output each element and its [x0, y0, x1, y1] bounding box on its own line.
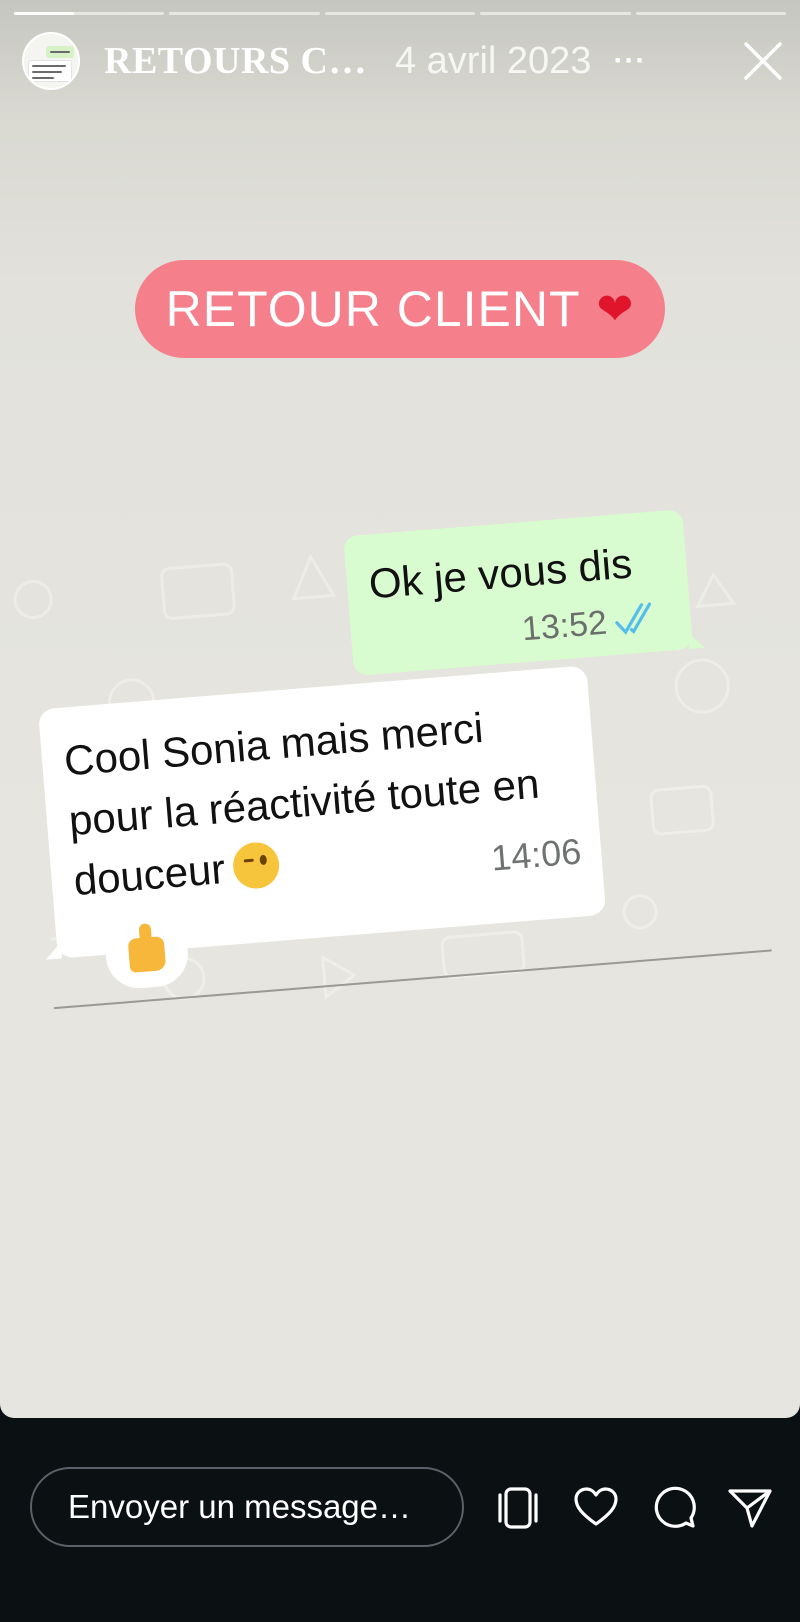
bubble-tail	[44, 942, 62, 960]
avatar-preview-line	[32, 71, 62, 73]
sticker-label: RETOUR CLIENT	[165, 281, 581, 337]
outgoing-message-bubble[interactable]: Ok je vous dis 13:52	[343, 509, 706, 677]
heart-icon[interactable]	[572, 1484, 620, 1532]
retour-client-sticker: RETOUR CLIENT ❤	[135, 260, 665, 358]
incoming-message-time: 14:06	[489, 830, 583, 879]
bubble-tail	[687, 631, 706, 650]
outgoing-message-text: Ok je vous dis	[367, 539, 634, 608]
avatar-preview-line	[50, 51, 70, 53]
outgoing-message-time: 13:52	[520, 603, 609, 649]
share-icon[interactable]	[726, 1484, 774, 1532]
avatar-preview-line	[32, 65, 66, 67]
comment-icon[interactable]	[650, 1484, 698, 1532]
story-viewer[interactable]: RETOURS C… 4 avril 2023 ··· RETOUR CLIEN…	[0, 0, 800, 1418]
story-header: RETOURS C… 4 avril 2023 ···	[22, 30, 786, 92]
thumbs-up-icon	[127, 936, 167, 973]
progress-segment	[480, 12, 631, 15]
incoming-message-bubble[interactable]: Cool Sonia mais merci pour la réactivité…	[37, 665, 607, 960]
more-options-button[interactable]: ···	[613, 44, 646, 78]
chat-screenshot: Ok je vous dis 13:52 Cool Sonia mais mer…	[0, 440, 800, 1062]
close-icon[interactable]	[740, 38, 786, 84]
heart-emoji-icon: ❤	[596, 284, 635, 334]
progress-segment	[635, 12, 787, 15]
bottom-bar: Envoyer un message…	[0, 1418, 800, 1622]
double-check-icon	[615, 602, 652, 635]
send-message-placeholder: Envoyer un message…	[68, 1488, 412, 1525]
stack-icon[interactable]	[494, 1484, 542, 1532]
account-title[interactable]: RETOURS C…	[104, 39, 367, 83]
avatar[interactable]	[22, 32, 80, 90]
progress-segment	[14, 12, 165, 15]
progress-segment	[324, 12, 476, 15]
avatar-preview-line	[32, 77, 54, 79]
story-progress	[14, 12, 787, 16]
progress-fill	[14, 12, 75, 15]
progress-segment	[169, 12, 320, 15]
story-date: 4 avril 2023	[394, 39, 592, 82]
send-message-input[interactable]: Envoyer un message…	[30, 1467, 464, 1547]
incoming-message-body: Cool Sonia mais merci pour la réactivité…	[62, 703, 541, 905]
wink-emoji-icon	[231, 840, 281, 891]
